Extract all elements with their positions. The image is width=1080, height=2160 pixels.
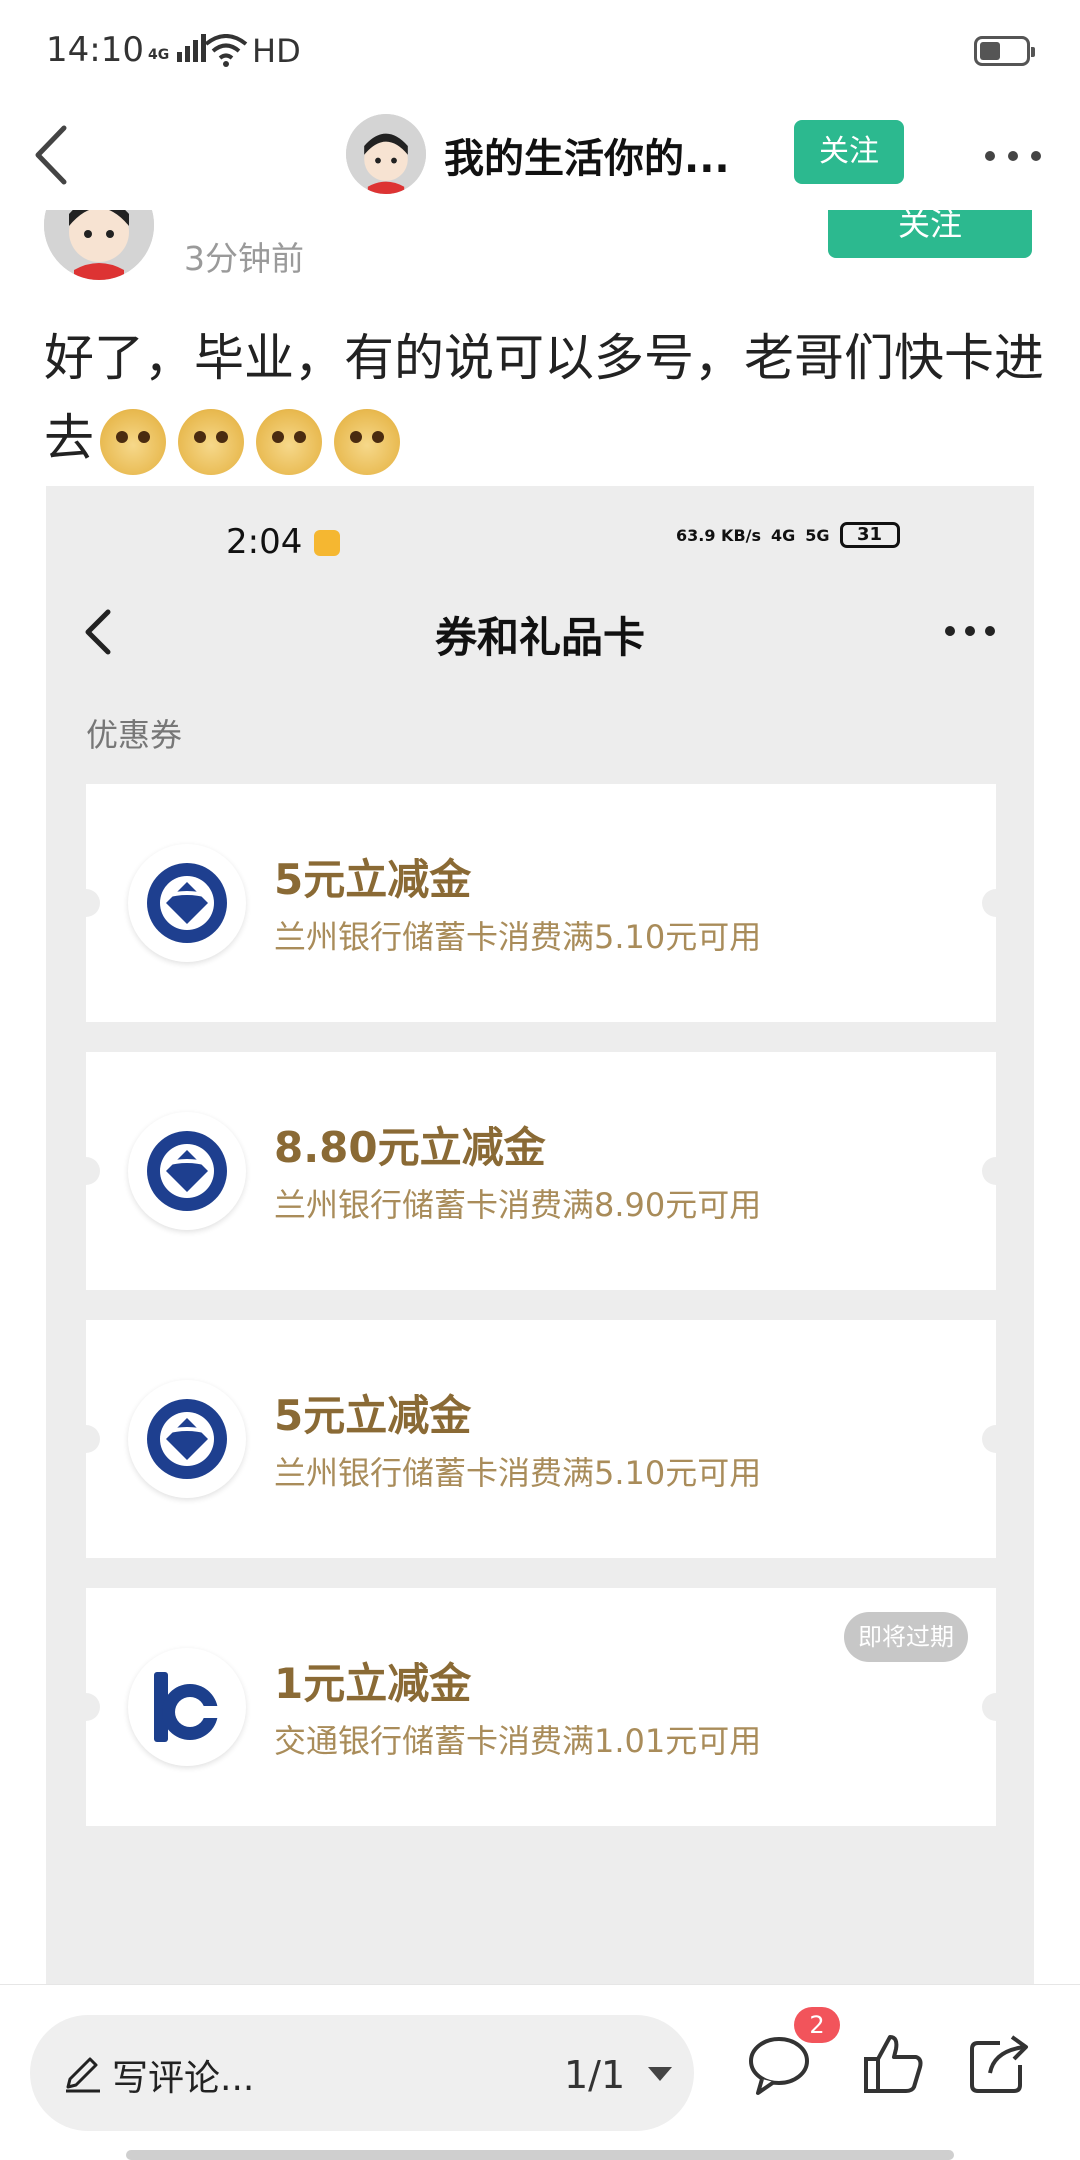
coupon-section-label: 优惠券 [86, 716, 183, 754]
lanzhou-bank-logo-icon [128, 844, 246, 962]
post-text: 好了，毕业，有的说可以多号，老哥们快卡进去 [44, 318, 1044, 478]
coupon-desc: 兰州银行储蓄卡消费满5.10元可用 [274, 1454, 762, 1492]
coupon-title: 1元立减金 [274, 1659, 472, 1708]
notification-icon [314, 530, 340, 556]
bank-logo-svg [154, 1672, 222, 1742]
bottom-bar: 写评论... 1/1 2 [0, 1984, 1080, 2160]
notch [72, 1157, 100, 1185]
coupon-card: 5元立减金 兰州银行储蓄卡消费满5.10元可用 [72, 1320, 1010, 1558]
nav-author-avatar[interactable] [346, 114, 426, 194]
embedded-net2: 5G [805, 525, 830, 545]
embedded-status-icons: 63.9 KB/s 4G 5G 31 [676, 522, 900, 548]
notch [72, 889, 100, 917]
notch [72, 1693, 100, 1721]
coupon-title: 8.80元立减金 [274, 1123, 546, 1172]
lanzhou-bank-logo-icon [128, 1380, 246, 1498]
coupon-desc: 兰州银行储蓄卡消费满5.10元可用 [274, 918, 762, 956]
page-indicator[interactable]: 1/1 [564, 2053, 625, 2097]
comment-input[interactable]: 写评论... 1/1 [30, 2015, 694, 2131]
back-arrow-icon[interactable] [24, 120, 88, 190]
coupon-card: 1元立减金 交通银行储蓄卡消费满1.01元可用 即将过期 [72, 1588, 1010, 1826]
bank-logo-svg [147, 1399, 227, 1479]
comment-placeholder: 写评论... [112, 2058, 255, 2099]
emoji-row [100, 408, 400, 475]
status-time: 14:10 [46, 30, 144, 70]
share-icon[interactable] [964, 2029, 1034, 2099]
avatar-face-icon [346, 114, 426, 194]
coupon-card: 5元立减金 兰州银行储蓄卡消费满5.10元可用 [72, 784, 1010, 1022]
status-bar: 14:10 4G HD [0, 0, 1080, 100]
embedded-net1: 4G [771, 525, 796, 545]
follow-button[interactable]: 关注 [794, 120, 904, 184]
wifi-icon [204, 34, 248, 67]
nav-title[interactable]: 我的生活你的... [444, 126, 734, 184]
home-indicator [126, 2150, 954, 2160]
like-icon[interactable] [858, 2029, 928, 2099]
expiring-badge: 即将过期 [844, 1612, 968, 1662]
coupon-desc: 兰州银行储蓄卡消费满8.90元可用 [274, 1186, 762, 1224]
battery-icon [974, 36, 1035, 66]
coupon-title: 5元立减金 [274, 1391, 472, 1440]
embedded-battery: 31 [839, 522, 900, 548]
hd-indicator: HD [252, 32, 301, 70]
post-time: 3分钟前 [184, 239, 304, 278]
comment-count-badge: 2 [794, 2007, 840, 2043]
signal-icon: 4G [148, 34, 207, 62]
doge-emoji-icon [100, 408, 166, 475]
follow-label: 关注 [819, 134, 879, 169]
coupon-card: 8.80元立减金 兰州银行储蓄卡消费满8.90元可用 [72, 1052, 1010, 1290]
embedded-status-time: 2:04 [226, 522, 303, 562]
top-nav: 我的生活你的... 关注 [0, 100, 1080, 210]
pen-icon [66, 2057, 100, 2093]
notch [982, 889, 1010, 917]
signal-bars-icon [177, 34, 207, 62]
coupon-desc: 交通银行储蓄卡消费满1.01元可用 [274, 1722, 762, 1760]
doge-emoji-icon [334, 408, 400, 475]
embedded-page-title: 券和礼品卡 [434, 613, 645, 662]
notch [982, 1425, 1010, 1453]
embedded-more-icon [945, 626, 995, 636]
network-type: 4G [148, 47, 170, 63]
notch [72, 1425, 100, 1453]
caret-down-icon[interactable] [648, 2067, 672, 2081]
embedded-speed: 63.9 KB/s [676, 525, 762, 545]
more-options-icon[interactable] [978, 136, 1048, 176]
coupon-title: 5元立减金 [274, 855, 472, 904]
doge-emoji-icon [178, 408, 244, 475]
bank-logo-svg [147, 863, 227, 943]
doge-emoji-icon [256, 408, 322, 475]
notch [982, 1693, 1010, 1721]
lanzhou-bank-logo-icon [128, 1112, 246, 1230]
post-follow-label: 关注 [897, 205, 962, 243]
notch [982, 1157, 1010, 1185]
bocom-logo-icon [128, 1648, 246, 1766]
bank-logo-svg [147, 1131, 227, 1211]
post-image[interactable]: 2:04 63.9 KB/s 4G 5G 31 券和礼品卡 优惠券 5元立减金 … [46, 486, 1034, 1986]
